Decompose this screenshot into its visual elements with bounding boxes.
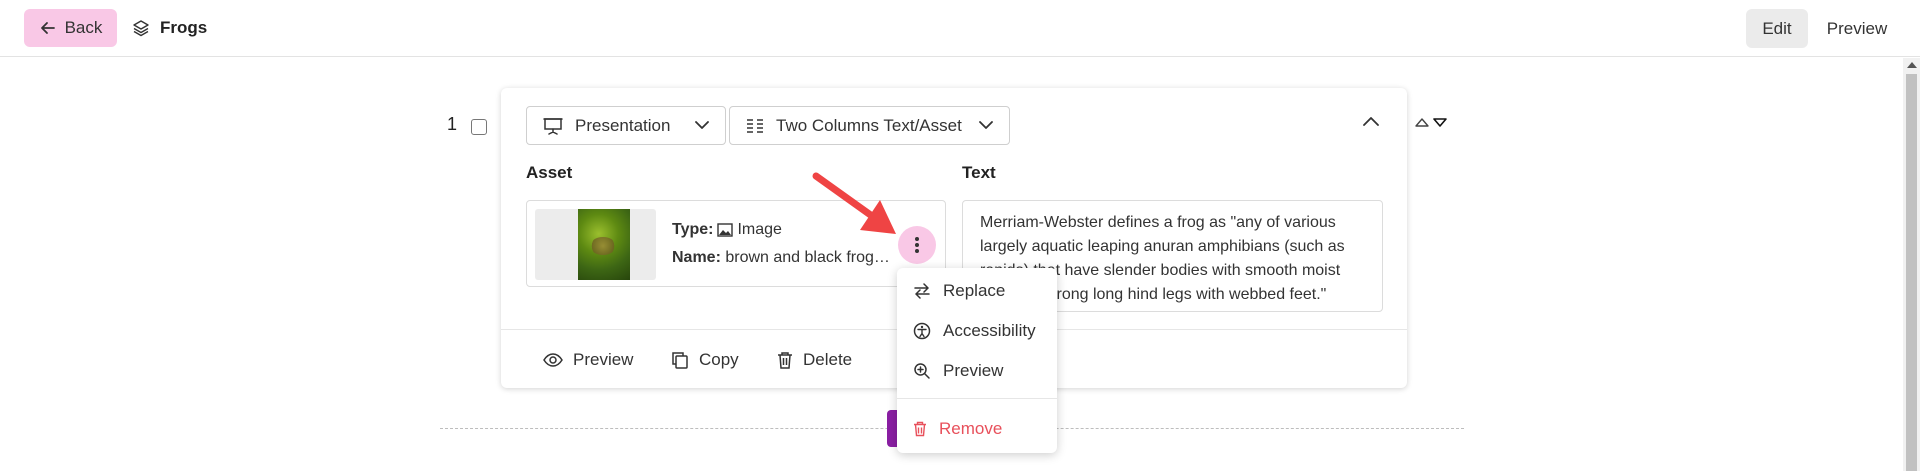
asset-name-value: brown and black frog on green grass (725, 249, 892, 266)
menu-item-replace[interactable]: Replace (913, 281, 1005, 301)
trash-icon (914, 421, 926, 437)
asset-column-label: Asset (526, 163, 573, 182)
columns-icon (747, 118, 763, 133)
chevron-down-icon (979, 121, 993, 129)
asset-type-key: Type: (672, 221, 714, 238)
slide-checkbox[interactable] (471, 119, 487, 135)
slide-copy-button[interactable]: Copy (671, 345, 739, 375)
scrollbar-thumb[interactable] (1906, 74, 1917, 471)
back-label: Back (64, 18, 103, 37)
asset-options-menu: Replace Accessibility Preview Remove (897, 268, 1057, 453)
annotation-arrow-icon (812, 172, 896, 234)
scroll-up-arrow[interactable] (1907, 62, 1917, 68)
layout-select[interactable]: Two Columns Text/Asset (729, 106, 1010, 145)
menu-item-accessibility[interactable]: Accessibility (913, 321, 1036, 341)
zoom-in-icon (914, 363, 930, 379)
edit-mode-button[interactable]: Edit (1746, 9, 1808, 48)
trash-icon (778, 352, 792, 369)
eye-icon (543, 353, 563, 367)
menu-item-preview[interactable]: Preview (913, 361, 1003, 381)
menu-replace-label: Replace (943, 281, 1006, 300)
slide-move-controls (1415, 117, 1447, 128)
page-title-text: Frogs (160, 18, 208, 37)
menu-separator (897, 398, 1057, 399)
frog-image (578, 209, 630, 280)
slide-copy-label: Copy (699, 350, 739, 369)
asset-type-value: Image (737, 221, 782, 238)
slide-number: 1 (447, 114, 458, 134)
asset-name-key: Name: (672, 249, 721, 266)
menu-accessibility-label: Accessibility (943, 321, 1036, 340)
layers-icon (133, 20, 149, 37)
move-up-icon[interactable] (1415, 117, 1429, 128)
slide-preview-button[interactable]: Preview (543, 345, 633, 375)
dots-vertical-icon (915, 237, 919, 253)
copy-icon (672, 352, 688, 369)
menu-preview-label: Preview (943, 361, 1004, 380)
back-button[interactable]: Back (24, 9, 117, 47)
asset-thumbnail (535, 209, 656, 280)
presentation-icon (543, 117, 563, 135)
move-down-icon[interactable] (1433, 117, 1447, 128)
slide-delete-label: Delete (803, 350, 853, 369)
menu-remove-label: Remove (939, 419, 1003, 438)
arrow-left-icon (40, 22, 55, 34)
swap-icon (914, 283, 930, 299)
text-column-label: Text (962, 163, 996, 182)
asset-name: Name: brown and black frog on green gras… (672, 249, 892, 267)
preview-mode-button[interactable]: Preview (1812, 9, 1902, 48)
asset-type: Type: Image (672, 221, 782, 239)
layout-value: Two Columns Text/Asset (776, 115, 962, 135)
menu-item-remove[interactable]: Remove (913, 419, 1002, 439)
top-bar: Back Frogs Edit Preview (0, 0, 1920, 57)
chevron-up-icon[interactable] (1363, 116, 1379, 126)
image-icon (717, 223, 734, 237)
chevron-down-icon (695, 121, 709, 129)
accessibility-icon (913, 322, 931, 340)
slide-type-value: Presentation (575, 115, 671, 135)
slide-type-select[interactable]: Presentation (526, 106, 726, 145)
slide-delete-button[interactable]: Delete (777, 345, 852, 375)
slide-preview-label: Preview (573, 350, 634, 369)
page-title: Frogs (132, 9, 207, 47)
asset-more-button[interactable] (898, 226, 936, 264)
